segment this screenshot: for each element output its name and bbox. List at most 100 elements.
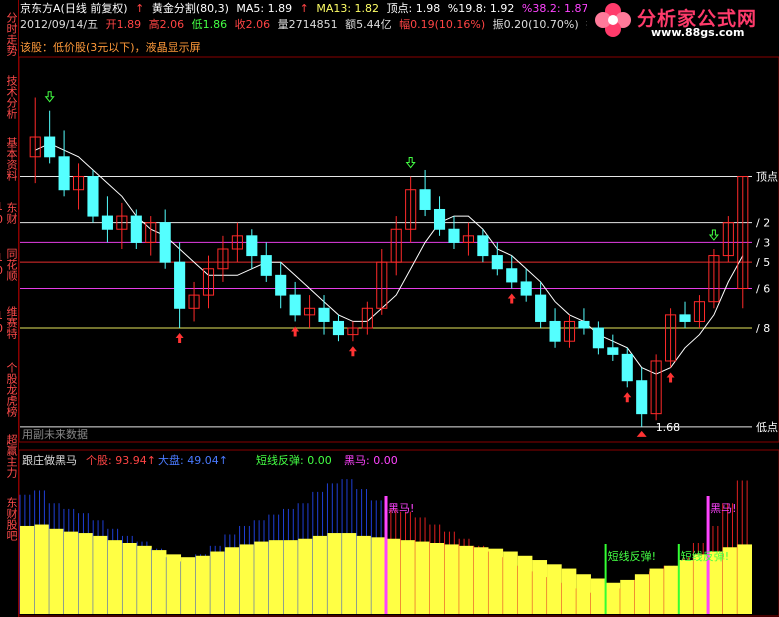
indicator-name: 黄金分割(80,3) [151, 2, 229, 15]
market-area [634, 574, 650, 614]
stock-title: 京东方A(日线 前复权) [20, 2, 128, 15]
candle-body [44, 136, 56, 158]
header-line-1: 京东方A(日线 前复权) ↑ 黄金分割(80,3) MA5: 1.89 ↑ MA… [20, 2, 593, 15]
market-area [547, 564, 562, 614]
sidebar-item-dragon-tiger[interactable]: 个股龙虎榜 [0, 356, 18, 422]
market-area [49, 528, 64, 614]
market-area [620, 579, 635, 614]
candle-body [246, 235, 258, 257]
indicator-series-label: 短线反弹: 0.00 [256, 453, 332, 467]
price-panel-frame [18, 56, 779, 443]
buy-arrow-icon [666, 372, 675, 383]
candle-body [679, 314, 691, 322]
market-area [195, 555, 211, 614]
market-area [342, 533, 357, 614]
market-area [429, 543, 445, 614]
market-area [371, 537, 386, 614]
market-area [166, 554, 182, 614]
market-area [122, 543, 138, 614]
market-area [649, 568, 665, 614]
sidebar-item-technical[interactable]: 技术分析 [0, 68, 18, 126]
market-area [693, 554, 709, 614]
market-area [532, 560, 548, 614]
sidebar-item-eastmoney[interactable]: 东财10 [0, 192, 18, 234]
candle-body [87, 176, 99, 217]
indicator-event-label: 黑马! [710, 502, 736, 515]
market-area [415, 541, 430, 614]
sell-arrow-icon [405, 157, 416, 169]
ma5-line [34, 143, 744, 375]
close-value: 收2.06 [234, 18, 271, 31]
level-label: / 5 [756, 256, 770, 269]
candle-body [101, 215, 113, 230]
open-value: 开1.89 [105, 18, 142, 31]
candle-body [174, 261, 186, 309]
indicator-event-label: 短线反弹! [681, 549, 729, 563]
market-area [107, 540, 123, 614]
market-area [488, 548, 504, 614]
market-area [268, 540, 284, 614]
candle-body [621, 353, 633, 382]
candle-body [275, 274, 287, 296]
indicator-event-label: 黑马! [388, 502, 414, 515]
candle-body [318, 307, 330, 322]
market-area [137, 545, 152, 614]
candle-body [58, 156, 70, 191]
market-area [459, 545, 474, 614]
market-area [181, 557, 196, 614]
candle-body [592, 327, 604, 349]
candle-body [159, 222, 171, 263]
sidebar-item-fundamentals[interactable]: 基本资料 [0, 130, 18, 188]
top-value: 顶点: 1.98 [386, 2, 441, 15]
up-arrow-icon: ↑ [135, 2, 145, 15]
indicator-series-label: 黑马: 0.00 [344, 454, 398, 467]
sidebar-item-weisaite[interactable]: 维赛特10 [0, 294, 18, 350]
market-area [210, 551, 225, 614]
left-sidebar: 分时走势 技术分析 基本资料 东财10 同花顺10 维赛特10 个股龙虎榜 超赢… [0, 0, 19, 617]
market-area [678, 560, 694, 614]
level-label: / 6 [756, 283, 770, 296]
market-area [312, 535, 328, 614]
sidebar-item-intraday[interactable]: 分时走势 [0, 4, 18, 64]
level-label: / 2 [756, 217, 770, 230]
low-value: 低1.86 [191, 18, 228, 31]
sidebar-item-main-force[interactable]: 超赢主力 [0, 428, 18, 484]
amount-value: 额5.44亿 [345, 18, 392, 31]
pct38-value: %38.2: 1.87 [521, 2, 589, 15]
site-logo: 分析家公式网 www.88gs.com [587, 0, 779, 40]
candle-body [332, 320, 345, 336]
sidebar-item-label: 基本资料 [5, 137, 18, 181]
market-area [444, 544, 460, 614]
sidebar-item-guba[interactable]: 东财股吧 [0, 490, 18, 548]
candle-body [506, 268, 518, 283]
market-area [283, 540, 299, 614]
candle-body [535, 294, 547, 322]
market-area [517, 555, 533, 614]
sidebar-item-tonghuashun[interactable]: 同花顺10 [0, 238, 18, 290]
candle-body [578, 320, 590, 329]
candle-body [549, 320, 561, 342]
market-area [590, 578, 606, 614]
stock-note: 该股：低价股(3元以下)，液晶显示屏 [20, 41, 201, 54]
market-area [34, 524, 50, 614]
candle-body [130, 215, 142, 243]
buy-arrow-icon [507, 293, 516, 304]
candle-body [520, 281, 532, 296]
up-arrow-icon: ↑ [299, 2, 309, 15]
market-area [356, 535, 372, 614]
level-label: / 3 [756, 236, 770, 249]
market-area [400, 540, 416, 614]
amplitude-value: 幅0.19(10.16%) [399, 18, 486, 31]
market-area [664, 565, 679, 614]
candle-body [491, 255, 503, 270]
date-value: 2012/09/14/五 [20, 18, 99, 31]
ma5-value: MA5: 1.89 [236, 2, 293, 15]
sidebar-item-label: 东财10 [0, 200, 18, 226]
market-area [561, 568, 577, 614]
market-area [224, 547, 240, 614]
candle-body [260, 255, 272, 276]
market-area [151, 550, 167, 614]
indicator-title: 跟庄做黑马 [22, 453, 77, 467]
logo-url: www.88gs.com [651, 26, 745, 39]
sell-arrow-icon [44, 91, 55, 103]
